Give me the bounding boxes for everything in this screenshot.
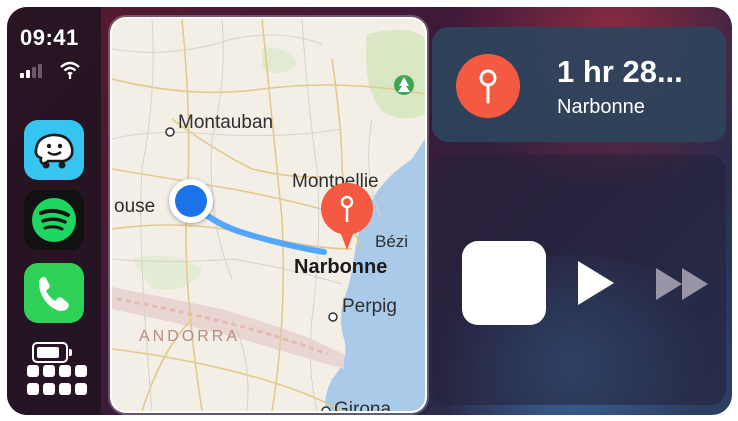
map-label-andorra: ANDORRA xyxy=(139,328,241,345)
dock: 09:41 xyxy=(7,7,101,415)
phone-icon[interactable] xyxy=(24,263,84,323)
destination-pin-icon[interactable] xyxy=(319,182,375,252)
music-app-icon[interactable] xyxy=(462,241,546,325)
wifi-icon xyxy=(60,61,80,79)
map-label-toulouse: ouse xyxy=(114,196,156,217)
destination-name: Narbonne xyxy=(557,96,645,118)
map-label-montauban: Montauban xyxy=(178,112,274,133)
map-label-girona: Girona xyxy=(334,399,392,413)
carplay-frame: 09:41 Montauban Montpellie ouse Bézi Nar… xyxy=(0,0,738,421)
navigation-card[interactable]: 1 hr 28... Narbonne xyxy=(432,27,726,142)
map-label-narbonne: Narbonne xyxy=(294,256,388,278)
map-label-beziers: Bézi xyxy=(375,232,409,251)
spotify-icon[interactable] xyxy=(24,190,84,250)
current-location-marker xyxy=(169,179,213,223)
destination-pin-icon xyxy=(456,54,520,118)
battery-icon xyxy=(32,342,72,363)
map-canvas xyxy=(112,19,425,411)
status-time: 09:41 xyxy=(20,25,79,50)
now-playing-card xyxy=(432,155,726,405)
waze-icon[interactable] xyxy=(24,120,84,180)
carplay-screen: 09:41 Montauban Montpellie ouse Bézi Nar… xyxy=(7,7,732,415)
fast-forward-icon[interactable] xyxy=(654,266,712,302)
eta-text: 1 hr 28... xyxy=(557,54,683,89)
map-view[interactable]: Montauban Montpellie ouse Bézi Narbonne … xyxy=(110,17,427,413)
map-label-perpignan: Perpig xyxy=(342,296,397,317)
signal-icon xyxy=(20,64,50,78)
app-grid-icon[interactable] xyxy=(27,365,89,405)
play-icon[interactable] xyxy=(578,261,614,305)
